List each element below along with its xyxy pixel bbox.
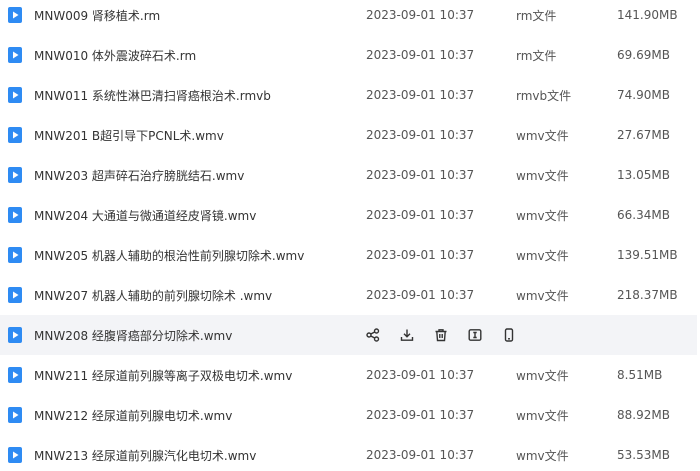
rename-icon[interactable] xyxy=(466,326,484,344)
file-date: 2023-09-01 10:37 xyxy=(366,448,475,462)
file-type: rm文件 xyxy=(516,8,557,23)
file-name[interactable]: MNW213 经尿道前列腺汽化电切术.wmv xyxy=(34,447,256,464)
video-file-icon xyxy=(8,167,22,183)
file-name[interactable]: MNW208 经腹肾癌部分切除术.wmv xyxy=(34,327,232,344)
file-row[interactable]: MNW205 机器人辅助的根治性前列腺切除术.wmv 2023-09-01 10… xyxy=(0,235,697,275)
video-file-icon xyxy=(8,47,22,63)
file-size: 141.90MB xyxy=(617,8,678,22)
row-actions xyxy=(364,326,518,344)
file-size: 8.51MB xyxy=(617,368,663,382)
video-file-icon xyxy=(8,327,22,343)
file-row[interactable]: MNW009 肾移植术.rm 2023-09-01 10:37 rm文件 141… xyxy=(0,0,697,35)
video-file-icon xyxy=(8,287,22,303)
file-name[interactable]: MNW212 经尿道前列腺电切术.wmv xyxy=(34,407,232,424)
phone-icon[interactable] xyxy=(500,326,518,344)
file-date: 2023-09-01 10:37 xyxy=(366,168,475,182)
video-file-icon xyxy=(8,7,22,23)
file-date: 2023-09-01 10:37 xyxy=(366,368,475,382)
file-date: 2023-09-01 10:37 xyxy=(366,248,475,262)
file-name[interactable]: MNW010 体外震波碎石术.rm xyxy=(34,47,196,64)
file-size: 27.67MB xyxy=(617,128,670,142)
video-file-icon xyxy=(8,367,22,383)
file-date: 2023-09-01 10:37 xyxy=(366,288,475,302)
file-row[interactable]: MNW203 超声碎石治疗膀胱结石.wmv 2023-09-01 10:37 w… xyxy=(0,155,697,195)
file-type: rmvb文件 xyxy=(516,88,572,103)
video-file-icon xyxy=(8,87,22,103)
video-file-icon xyxy=(8,447,22,463)
file-size: 13.05MB xyxy=(617,168,670,182)
download-icon[interactable] xyxy=(398,326,416,344)
file-type: wmv文件 xyxy=(516,248,569,263)
file-name[interactable]: MNW205 机器人辅助的根治性前列腺切除术.wmv xyxy=(34,247,304,264)
file-date: 2023-09-01 10:37 xyxy=(366,408,475,422)
file-date: 2023-09-01 10:37 xyxy=(366,128,475,142)
file-row[interactable]: MNW011 系统性淋巴清扫肾癌根治术.rmvb 2023-09-01 10:3… xyxy=(0,75,697,115)
file-size: 218.37MB xyxy=(617,288,678,302)
file-row[interactable]: MNW213 经尿道前列腺汽化电切术.wmv 2023-09-01 10:37 … xyxy=(0,435,697,471)
file-size: 74.90MB xyxy=(617,88,670,102)
file-row[interactable]: MNW204 大通道与微通道经皮肾镜.wmv 2023-09-01 10:37 … xyxy=(0,195,697,235)
file-list: MNW009 肾移植术.rm 2023-09-01 10:37 rm文件 141… xyxy=(0,0,700,471)
file-type: wmv文件 xyxy=(516,288,569,303)
file-row-hovered[interactable]: MNW208 经腹肾癌部分切除术.wmv xyxy=(0,315,697,355)
video-file-icon xyxy=(8,407,22,423)
file-type: wmv文件 xyxy=(516,408,569,423)
file-row[interactable]: MNW212 经尿道前列腺电切术.wmv 2023-09-01 10:37 wm… xyxy=(0,395,697,435)
file-size: 69.69MB xyxy=(617,48,670,62)
file-date: 2023-09-01 10:37 xyxy=(366,208,475,222)
file-size: 66.34MB xyxy=(617,208,670,222)
file-date: 2023-09-01 10:37 xyxy=(366,48,475,62)
file-row[interactable]: MNW010 体外震波碎石术.rm 2023-09-01 10:37 rm文件 … xyxy=(0,35,697,75)
file-size: 53.53MB xyxy=(617,448,670,462)
file-row[interactable]: MNW211 经尿道前列腺等离子双极电切术.wmv 2023-09-01 10:… xyxy=(0,355,697,395)
file-name[interactable]: MNW201 B超引导下PCNL术.wmv xyxy=(34,127,224,144)
file-type: wmv文件 xyxy=(516,168,569,183)
delete-icon[interactable] xyxy=(432,326,450,344)
file-type: wmv文件 xyxy=(516,368,569,383)
file-date: 2023-09-01 10:37 xyxy=(366,8,475,22)
file-name[interactable]: MNW203 超声碎石治疗膀胱结石.wmv xyxy=(34,167,244,184)
video-file-icon xyxy=(8,127,22,143)
file-type: wmv文件 xyxy=(516,208,569,223)
file-name[interactable]: MNW211 经尿道前列腺等离子双极电切术.wmv xyxy=(34,367,292,384)
share-icon[interactable] xyxy=(364,326,382,344)
file-type: rm文件 xyxy=(516,48,557,63)
file-date: 2023-09-01 10:37 xyxy=(366,88,475,102)
file-name[interactable]: MNW207 机器人辅助的前列腺切除术 .wmv xyxy=(34,287,272,304)
file-row[interactable]: MNW207 机器人辅助的前列腺切除术 .wmv 2023-09-01 10:3… xyxy=(0,275,697,315)
file-size: 88.92MB xyxy=(617,408,670,422)
file-name[interactable]: MNW204 大通道与微通道经皮肾镜.wmv xyxy=(34,207,256,224)
file-row[interactable]: MNW201 B超引导下PCNL术.wmv 2023-09-01 10:37 w… xyxy=(0,115,697,155)
video-file-icon xyxy=(8,247,22,263)
file-type: wmv文件 xyxy=(516,448,569,463)
video-file-icon xyxy=(8,207,22,223)
file-name[interactable]: MNW011 系统性淋巴清扫肾癌根治术.rmvb xyxy=(34,87,271,104)
file-name[interactable]: MNW009 肾移植术.rm xyxy=(34,7,160,24)
file-size: 139.51MB xyxy=(617,248,678,262)
file-type: wmv文件 xyxy=(516,128,569,143)
